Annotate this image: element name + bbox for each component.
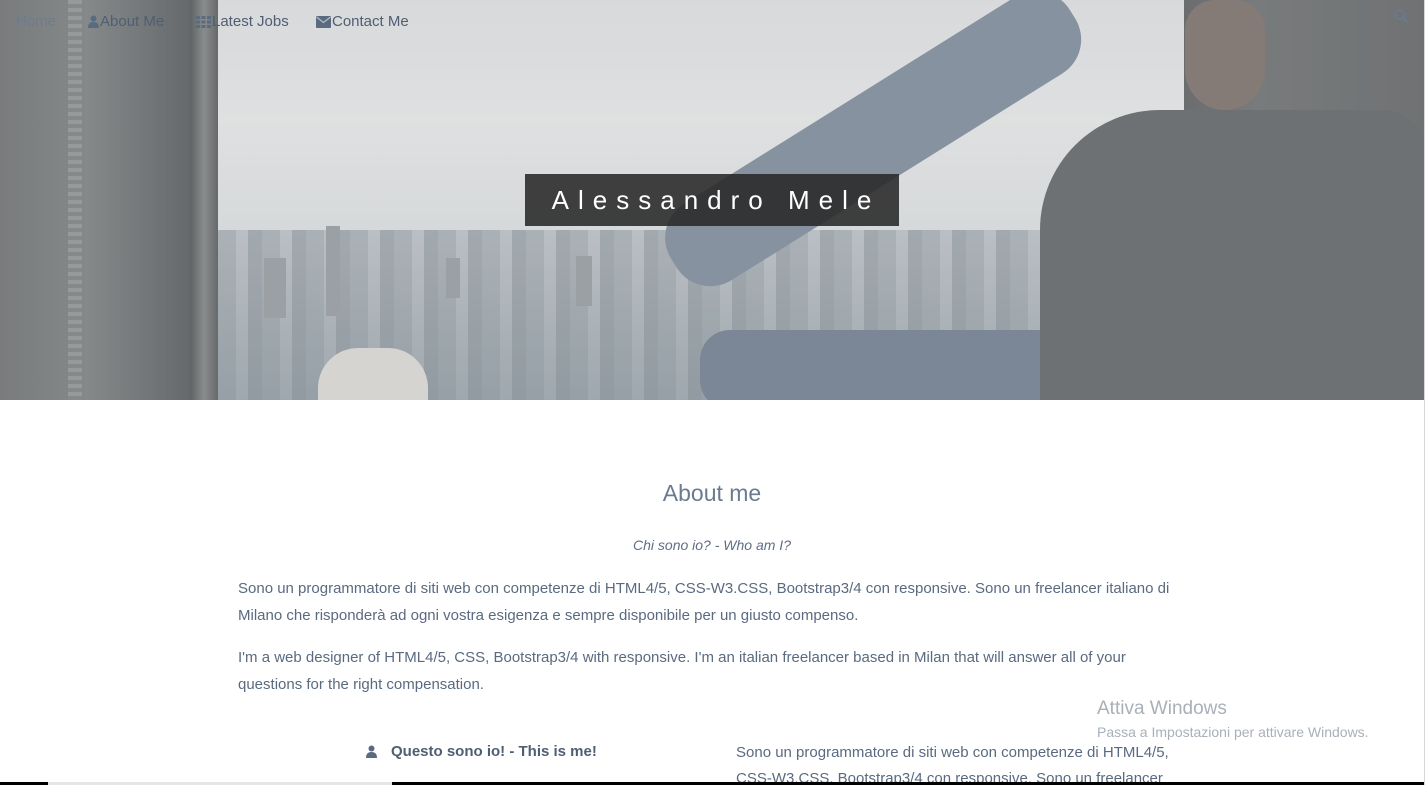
nav-jobs-label: Latest Jobs — [212, 13, 289, 30]
nav-jobs[interactable]: Latest Jobs — [196, 12, 289, 32]
search-button[interactable] — [1393, 8, 1409, 24]
envelope-icon — [316, 14, 331, 34]
about-paragraph-italian: Sono un programmatore di siti web con co… — [238, 580, 1170, 624]
watermark-title: Attiva Windows — [1097, 698, 1227, 719]
this-is-me-label: Questo sono io! - This is me! — [391, 743, 597, 760]
top-nav: Home About Me Latest Jobs Contact Me — [0, 0, 1424, 44]
this-is-me-row: Questo sono io! - This is me! — [366, 743, 597, 762]
user-icon — [88, 14, 99, 34]
nav-home[interactable]: Home — [16, 12, 56, 32]
nav-about-label: About Me — [100, 13, 165, 30]
watermark-subtitle: Passa a Impostazioni per attivare Window… — [1097, 724, 1369, 740]
about-title: About me — [662, 480, 762, 506]
search-icon — [1393, 9, 1409, 28]
user-icon — [366, 745, 377, 762]
nav-contact-label: Contact Me — [332, 13, 409, 30]
nav-about[interactable]: About Me — [88, 12, 164, 32]
hero-title: Alessandro Mele — [525, 174, 899, 226]
th-icon — [196, 14, 211, 34]
about-subtitle: Chi sono io? - Who am I? — [633, 537, 791, 553]
page: Alessandro Mele Home About Me Latest Job… — [0, 0, 1425, 785]
about-side-text: Sono un programmatore di siti web con co… — [736, 744, 1169, 785]
windows-activation-watermark: Attiva Windows Passa a Impostazioni per … — [1097, 698, 1369, 740]
nav-contact[interactable]: Contact Me — [316, 12, 409, 32]
about-paragraph-english: I'm a web designer of HTML4/5, CSS, Boot… — [238, 649, 1126, 693]
